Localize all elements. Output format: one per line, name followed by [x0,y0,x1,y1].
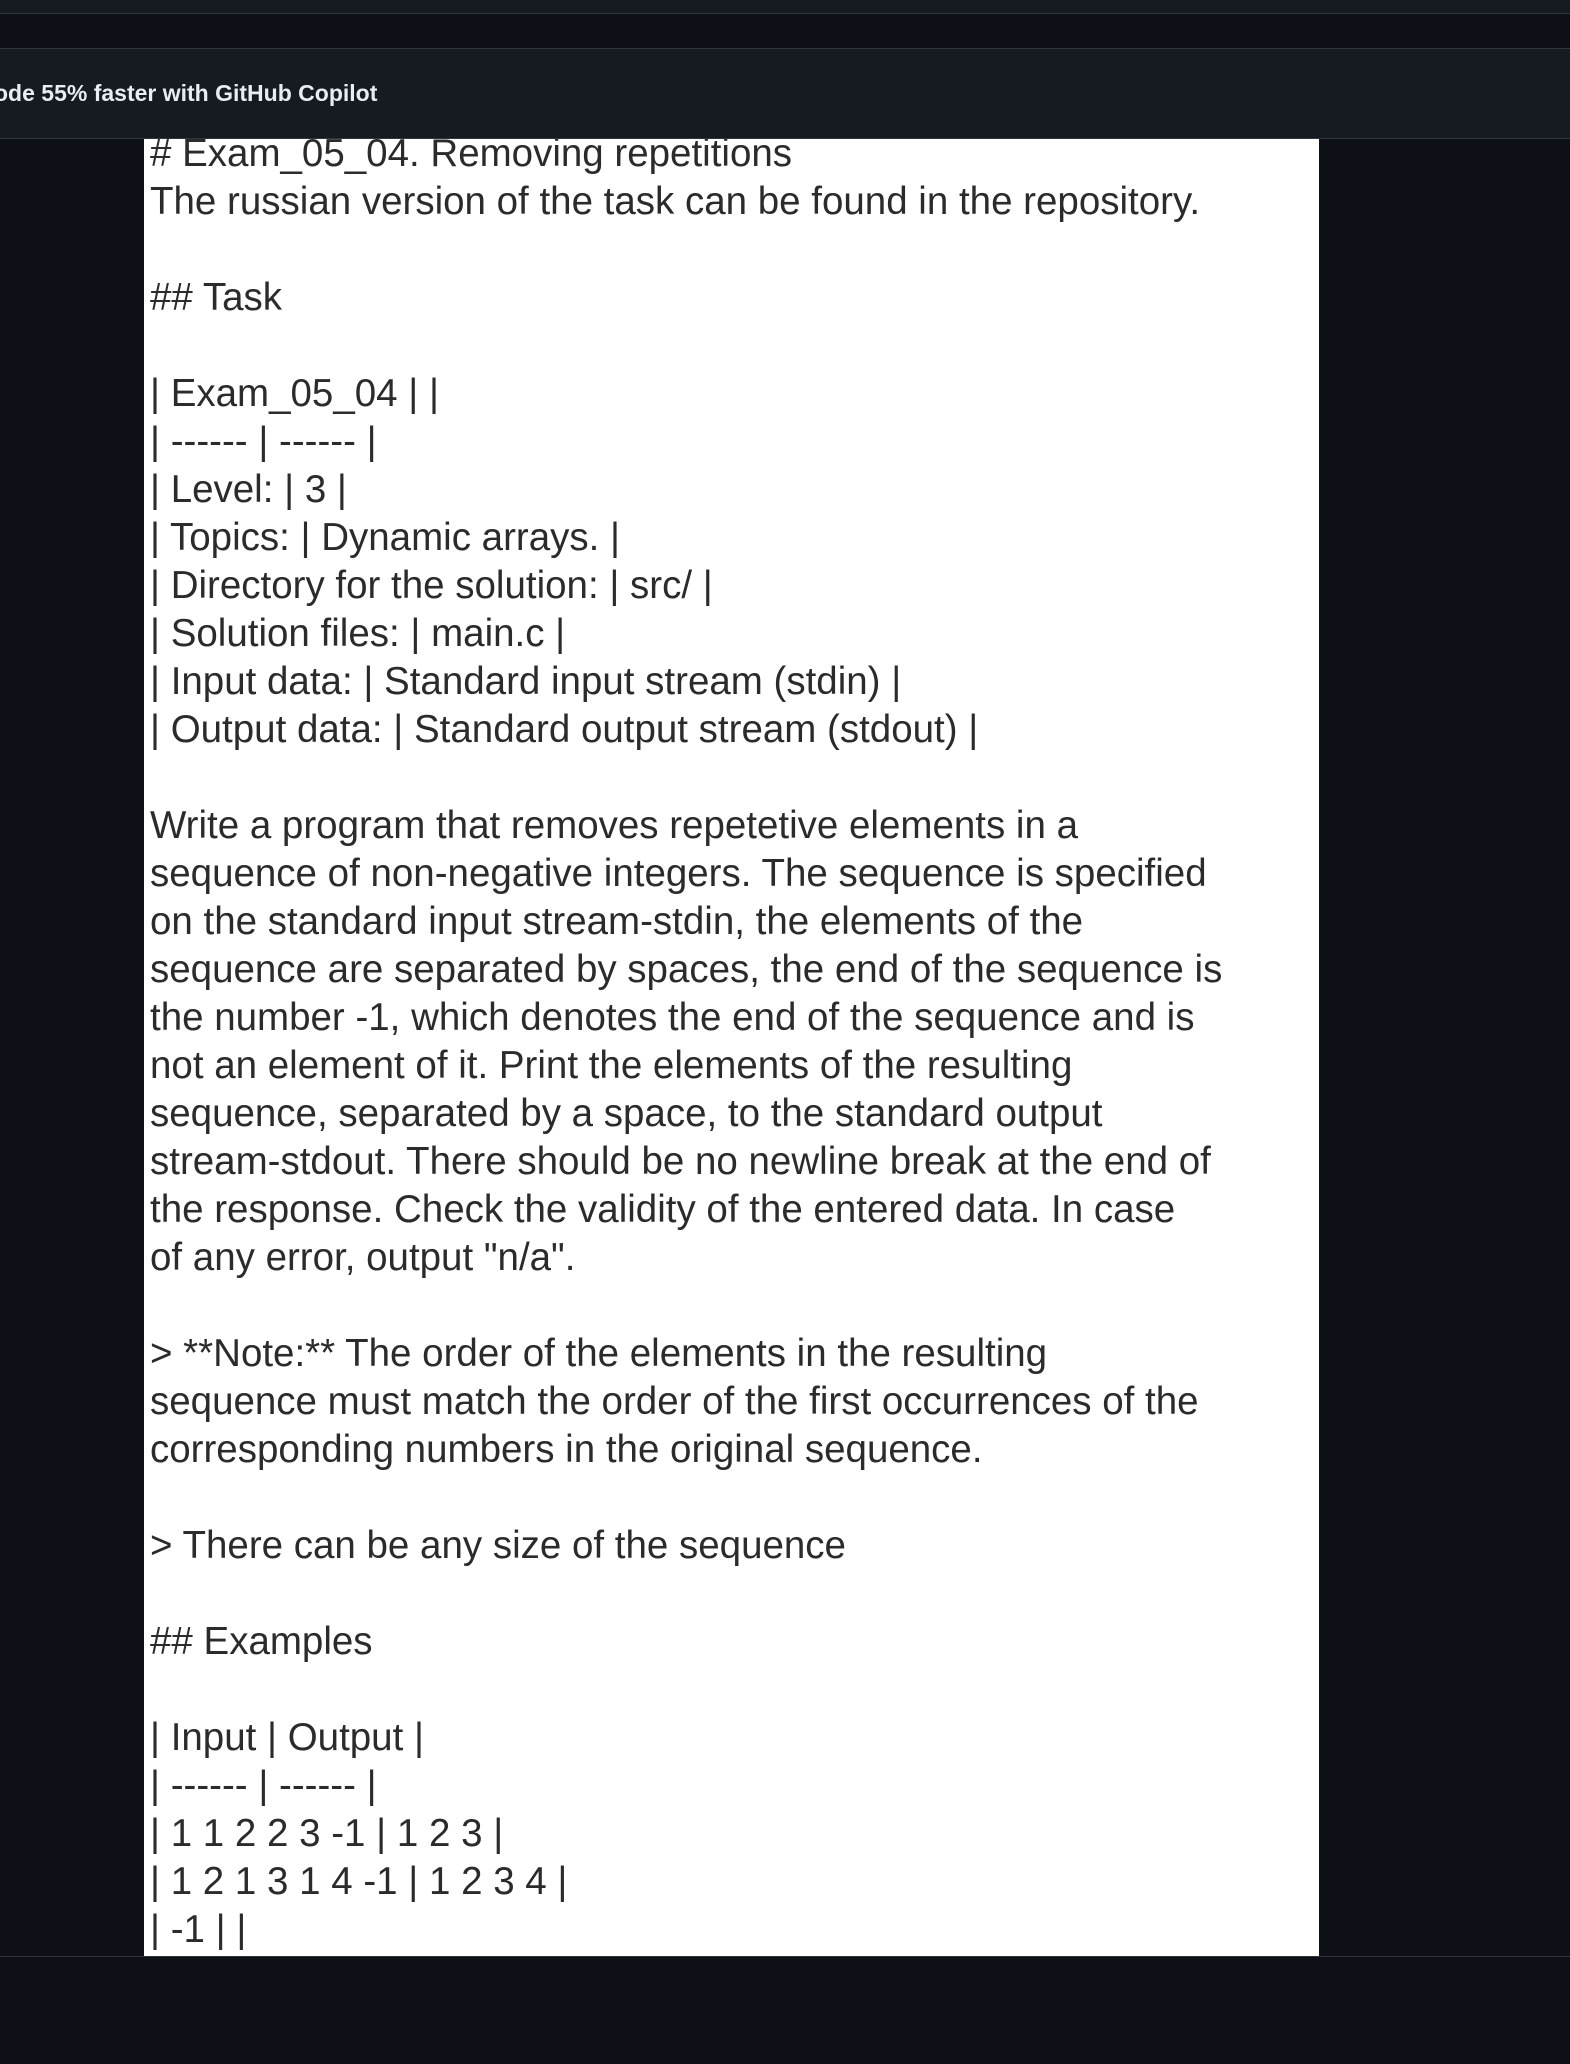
doc-heading-examples: ## Examples [150,1620,373,1663]
doc-paragraph-line: the response. Check the validity of the … [150,1188,1176,1231]
doc-paragraph-line: of any error, output "n/a". [150,1236,576,1279]
doc-title: # Exam_05_04. Removing repetitions [150,139,793,175]
doc-paragraph-line: on the standard input stream-stdin, the … [150,900,1084,943]
doc-table-row: | Directory for the solution: | src/ | [150,564,713,607]
bottom-area [0,1957,1570,2064]
readme-image: # Exam_05_04. Removing repetitions The r… [144,139,1319,1956]
doc-table-row: | ------ | ------ | [150,420,377,463]
doc-line: The russian version of the task can be f… [150,180,1201,223]
doc-table-row: | Input data: | Standard input stream (s… [150,660,902,703]
doc-paragraph-line: stream-stdout. There should be no newlin… [150,1140,1211,1183]
doc-table-row: | Topics: | Dynamic arrays. | [150,516,621,559]
doc-table-row: | Output data: | Standard output stream … [150,708,979,751]
top-bar [0,0,1570,14]
doc-example-row: | 1 2 1 3 1 4 -1 | 1 2 3 4 | [150,1860,568,1903]
doc-table-row: | Solution files: | main.c | [150,612,566,655]
doc-paragraph-line: the number -1, which denotes the end of … [150,996,1195,1039]
doc-quote-line: > There can be any size of the sequence [150,1524,846,1567]
doc-example-row: | 1 1 2 2 3 -1 | 1 2 3 | [150,1812,504,1855]
doc-heading-task: ## Task [150,276,282,319]
copilot-banner[interactable]: ode 55% faster with GitHub Copilot [0,48,1570,139]
doc-example-row: | -1 | | [150,1908,247,1951]
doc-note-line: corresponding numbers in the original se… [150,1428,983,1471]
doc-table-row: | Exam_05_04 | | [150,372,439,415]
doc-paragraph-line: sequence of non-negative integers. The s… [150,852,1207,895]
doc-paragraph-line: sequence, separated by a space, to the s… [150,1092,1103,1135]
doc-note-line: sequence must match the order of the fir… [150,1380,1199,1423]
top-gap [0,14,1570,48]
doc-paragraph-line: sequence are separated by spaces, the en… [150,948,1223,991]
doc-table-row: | Level: | 3 | [150,468,347,511]
doc-example-row: | Input | Output | [150,1716,424,1759]
doc-note-line: > **Note:** The order of the elements in… [150,1332,1048,1375]
doc-example-row: | ------ | ------ | [150,1764,377,1807]
doc-paragraph-line: Write a program that removes repetetive … [150,804,1078,847]
banner-text[interactable]: ode 55% faster with GitHub Copilot [0,80,377,107]
doc-paragraph-line: not an element of it. Print the elements… [150,1044,1073,1087]
